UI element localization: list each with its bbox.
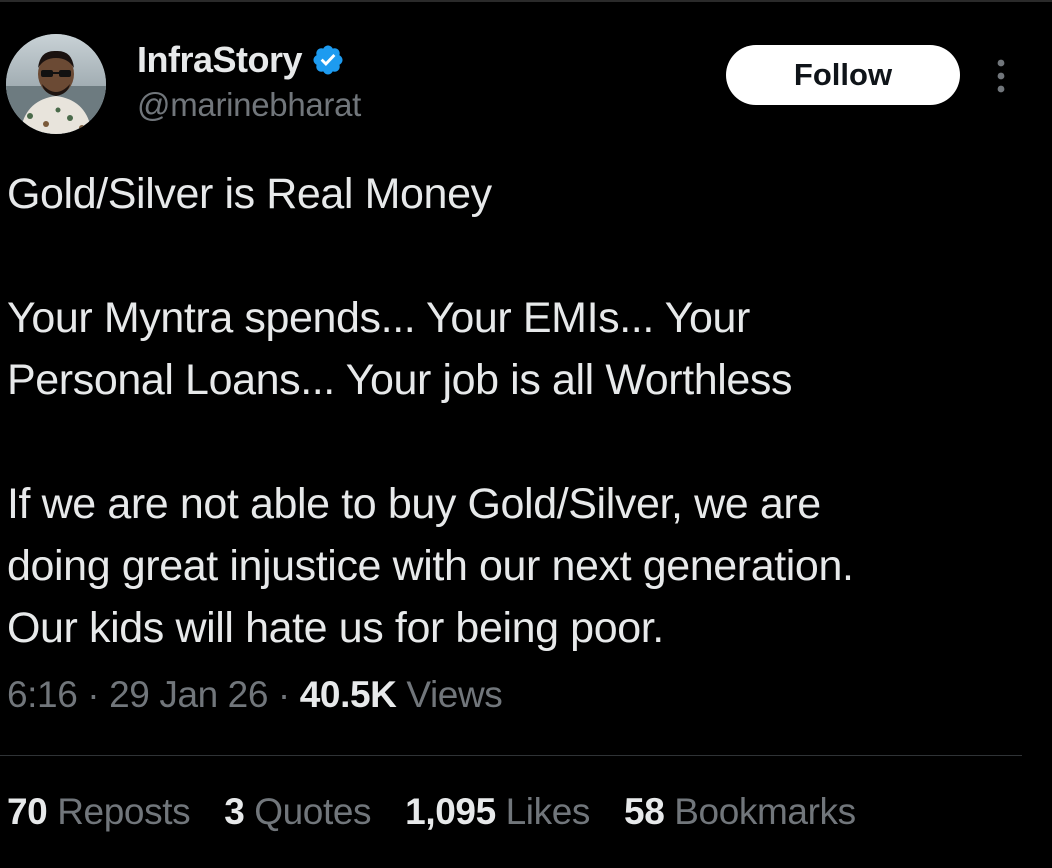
follow-button[interactable]: Follow [726, 45, 960, 105]
avatar[interactable] [6, 34, 106, 134]
reposts-count: 70 [7, 791, 48, 832]
avatar-image [6, 34, 106, 134]
meta-separator: · [77, 674, 110, 715]
likes-label: Likes [495, 791, 591, 832]
bookmarks-stat[interactable]: 58 Bookmarks [624, 791, 856, 833]
author-handle[interactable]: @marinebharat [137, 86, 361, 124]
bookmarks-label: Bookmarks [664, 791, 856, 832]
tweet-meta: 6:16 · 29 Jan 26 · 40.5K Views [7, 674, 503, 716]
tweet-paragraph: If we are not able to buy Gold/Silver, w… [7, 480, 854, 652]
more-options-icon[interactable] [984, 58, 1018, 94]
tweet-date[interactable]: 29 Jan 26 [109, 674, 268, 715]
top-edge-divider [0, 0, 1052, 2]
tweet-paragraph: Your Myntra spends... Your EMIs... Your … [7, 294, 793, 404]
quotes-count: 3 [224, 791, 245, 832]
views-label: Views [396, 674, 503, 715]
likes-stat[interactable]: 1,095 Likes [405, 791, 590, 833]
reposts-stat[interactable]: 70 Reposts [7, 791, 191, 833]
tweet-time[interactable]: 6:16 [7, 674, 78, 715]
meta-separator: · [268, 674, 300, 715]
verified-badge-icon [311, 43, 345, 77]
views-count: 40.5K [299, 674, 397, 715]
likes-count: 1,095 [405, 791, 496, 832]
author-name-row: InfraStory [137, 38, 345, 82]
quotes-label: Quotes [244, 791, 372, 832]
bookmarks-count: 58 [624, 791, 665, 832]
quotes-stat[interactable]: 3 Quotes [224, 791, 371, 833]
stats-divider [0, 755, 1022, 756]
tweet-text: Gold/Silver is Real Money Your Myntra sp… [7, 163, 1037, 659]
tweet-paragraph: Gold/Silver is Real Money [7, 170, 492, 218]
reposts-label: Reposts [47, 791, 191, 832]
engagement-stats: 70 Reposts 3 Quotes 1,095 Likes 58 Bookm… [7, 791, 890, 833]
author-display-name[interactable]: InfraStory [137, 39, 303, 81]
